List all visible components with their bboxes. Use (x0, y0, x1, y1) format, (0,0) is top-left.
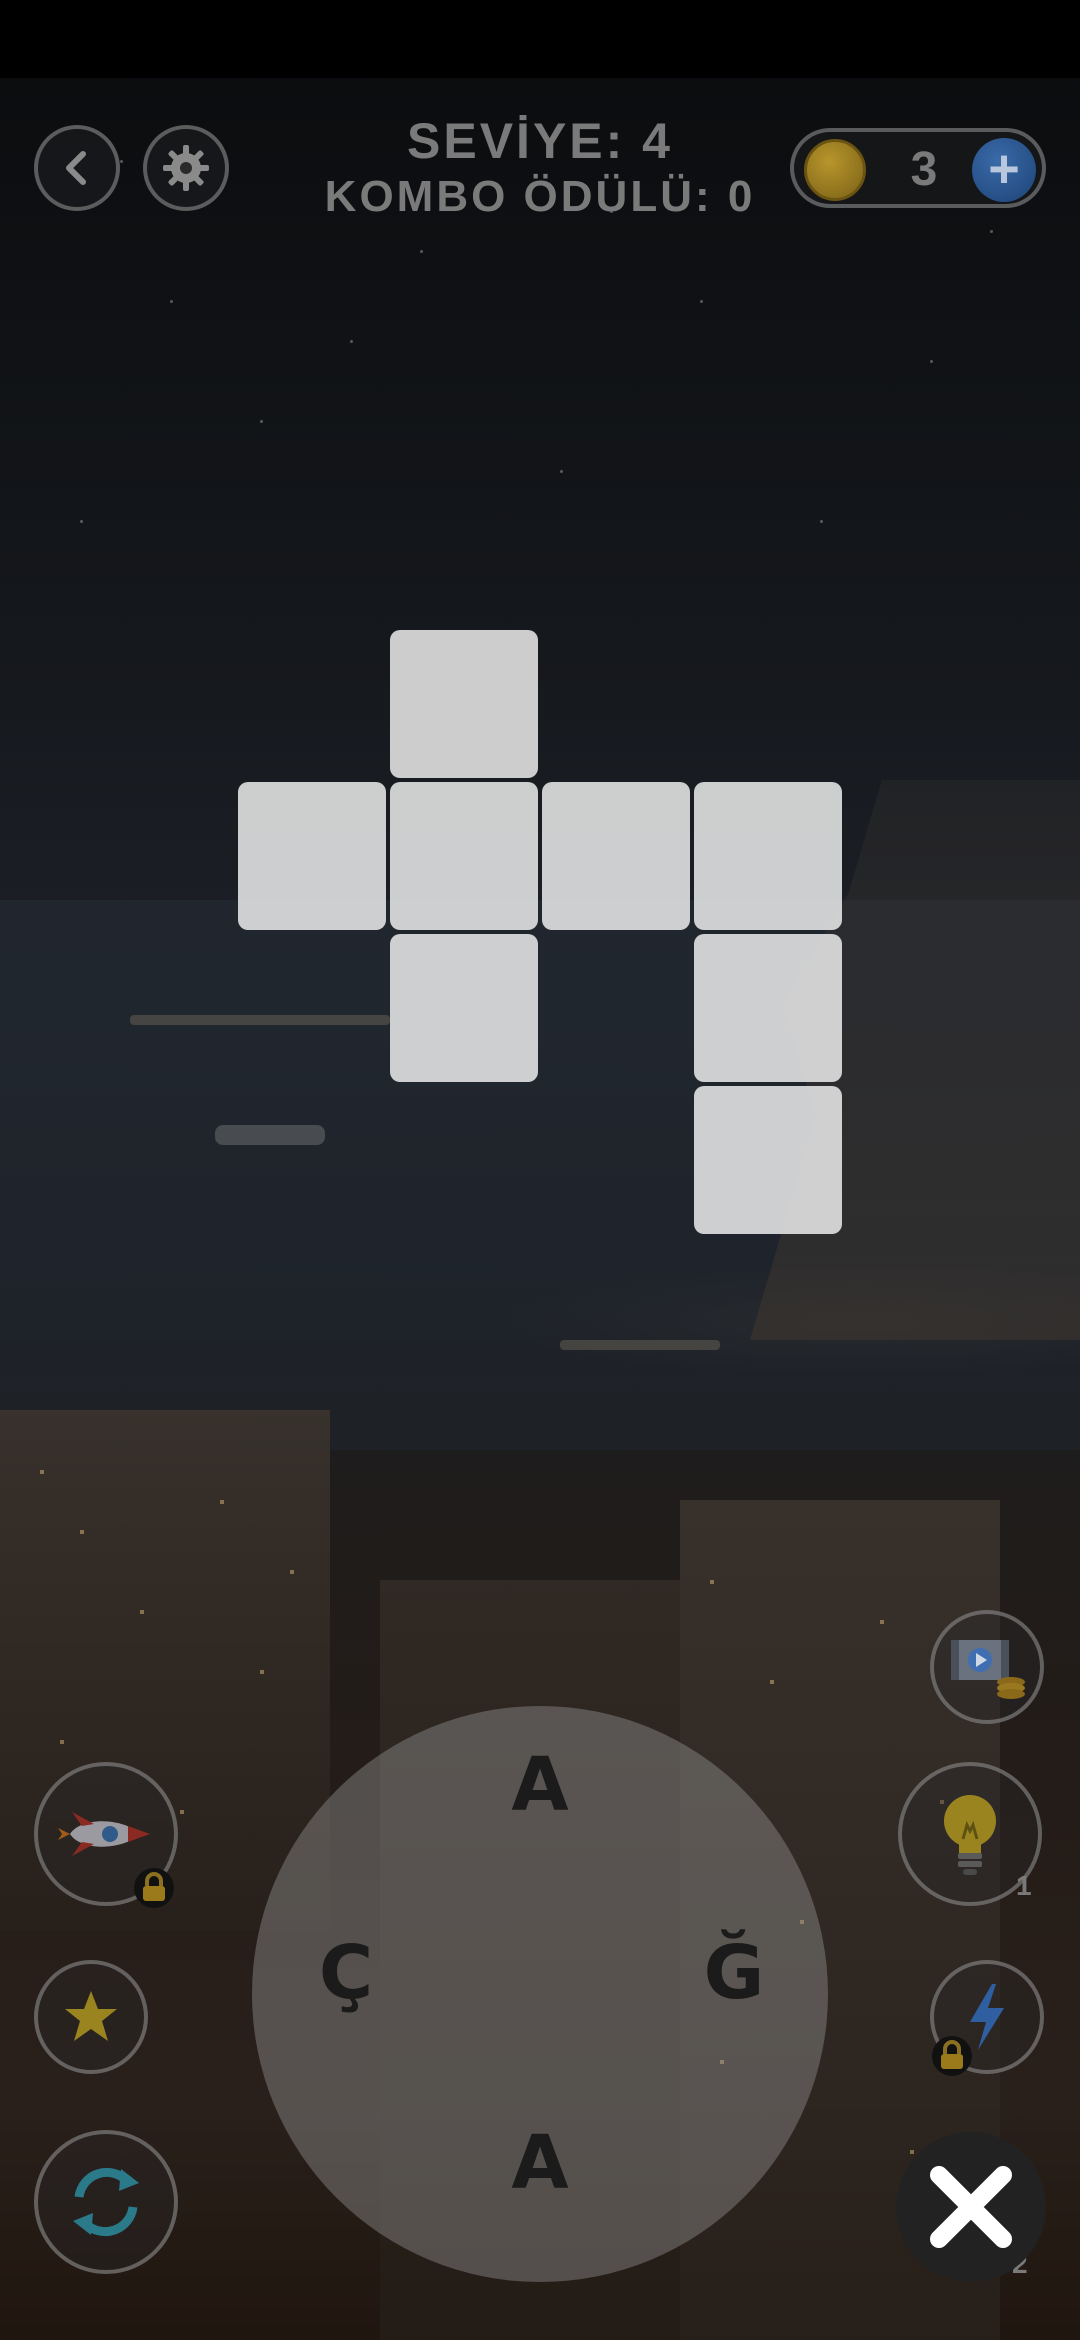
wheel-letter[interactable]: A (480, 1740, 600, 1830)
wheel-letter[interactable]: A (480, 2118, 600, 2208)
background-boat (215, 1125, 325, 1145)
back-button[interactable] (34, 125, 120, 211)
lightbulb-icon (944, 1795, 996, 1875)
close-button[interactable] (896, 2132, 1046, 2282)
hint-count: 1 (1016, 1870, 1032, 1901)
video-coins-icon (951, 1640, 1025, 1699)
background-pier (130, 1015, 390, 1025)
gear-icon (163, 145, 209, 191)
lock-icon (134, 1868, 174, 1908)
coin-icon (804, 139, 866, 201)
wheel-letter[interactable]: Ğ (674, 1928, 794, 2018)
letter-wheel[interactable]: A Ç Ğ A (252, 1706, 828, 2282)
crossword-cell (694, 1086, 842, 1234)
close-icon (930, 2166, 1012, 2248)
combo-reward-label: KOMBO ÖDÜLÜ: 0 (324, 172, 756, 221)
crossword-cell (238, 782, 386, 930)
rocket-icon (58, 1812, 150, 1856)
star-button[interactable] (34, 1960, 148, 2074)
add-coins-button[interactable]: + (972, 138, 1036, 202)
wheel-letter[interactable]: Ç (286, 1928, 406, 2018)
lock-icon (932, 2036, 972, 2076)
crossword-cell (694, 782, 842, 930)
coin-count: 3 (910, 143, 938, 196)
crossword-cell (542, 782, 690, 930)
coin-counter: 3 + (790, 128, 1046, 208)
status-bar (0, 0, 1080, 78)
crossword-cell (390, 630, 538, 778)
settings-button[interactable] (143, 125, 229, 211)
watch-video-button[interactable] (930, 1610, 1044, 1724)
shuffle-button[interactable] (34, 2130, 178, 2274)
shuffle-icon (73, 2167, 139, 2237)
crossword-cell (694, 934, 842, 1082)
back-arrow-icon (66, 151, 86, 185)
level-label: SEVİYE: 4 (407, 113, 673, 169)
plus-icon: + (988, 139, 1020, 199)
star-icon (65, 1991, 117, 2041)
crossword-cell (390, 782, 538, 930)
crossword-cell (390, 934, 538, 1082)
background-pier (560, 1340, 720, 1350)
